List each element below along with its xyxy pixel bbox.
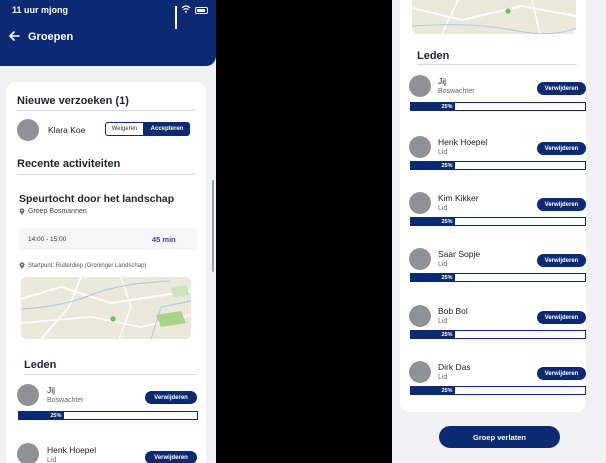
progress-label: 25% — [441, 103, 453, 110]
member-name: Henk Hoepel — [438, 137, 488, 147]
member-name: Dirk Das — [438, 362, 471, 372]
avatar — [409, 248, 431, 270]
member-role: Boswachter — [47, 397, 84, 404]
remove-member-button[interactable]: Verwijderen — [537, 142, 586, 155]
divider — [417, 64, 577, 65]
activity-group: Groep Bosmannen — [19, 208, 87, 215]
battery-icon — [195, 6, 208, 14]
progress-label: 25% — [441, 162, 453, 169]
members-title: Leden — [24, 359, 57, 371]
member-progress-bar: 25% — [410, 273, 586, 282]
activity-duration: 45 min — [152, 235, 176, 244]
member-role: Boswachter — [438, 88, 475, 95]
member-role: Lid — [47, 457, 57, 463]
member-name: Henk Hoepel — [47, 445, 97, 455]
avatar — [17, 119, 39, 141]
phone-screen-right: Leden Jij Boswachter Verwijderen 25% Hen… — [392, 0, 606, 463]
progress-label: 25% — [441, 331, 453, 338]
member-name: Saar Sopje — [438, 249, 481, 259]
member-progress-bar: 25% — [18, 411, 198, 420]
location-pin-icon — [19, 262, 25, 269]
group-card: Nieuwe verzoeken (1) Klara Koe Weigeren … — [6, 82, 206, 463]
avatar — [409, 305, 431, 327]
member-role: Lid — [438, 374, 448, 381]
request-name: Klara Koe — [48, 125, 86, 135]
start-point-text: Startpunt: Ruiterdiep (Groninger Landsch… — [28, 262, 147, 269]
status-time: 11 uur mjong — [12, 5, 69, 15]
members-title: Leden — [417, 50, 450, 62]
avatar — [409, 361, 431, 383]
member-progress-bar: 25% — [410, 330, 586, 339]
avatar — [409, 192, 431, 214]
signal-icon — [175, 6, 177, 29]
member-role: Lid — [438, 318, 448, 325]
avatar — [17, 384, 39, 406]
decline-button[interactable]: Weigeren — [105, 122, 144, 136]
divider — [17, 174, 195, 175]
avatar — [409, 75, 431, 97]
remove-member-button[interactable]: Verwijderen — [537, 367, 586, 380]
list-item: Henk Hoepel Lid Verwijderen 25% — [400, 129, 586, 173]
avatar — [409, 136, 431, 158]
remove-member-button[interactable]: Verwijderen — [145, 451, 197, 463]
accept-button[interactable]: Accepteren — [144, 122, 190, 136]
remove-member-button[interactable]: Verwijderen — [537, 254, 586, 267]
divider — [24, 374, 196, 375]
member-role: Lid — [438, 149, 448, 156]
header: 11 uur mjong Groepen — [0, 0, 216, 66]
member-name: Kim Kikker — [438, 193, 479, 203]
member-progress-bar: 25% — [410, 386, 586, 395]
activity-title[interactable]: Speurtocht door het landschap — [19, 193, 174, 205]
member-name: Jij — [47, 385, 56, 395]
recent-title: Recente activiteiten — [17, 158, 121, 170]
back-arrow-icon[interactable] — [8, 30, 20, 44]
remove-member-button[interactable]: Verwijderen — [537, 198, 586, 211]
list-item: Saar Sopje Lid Verwijderen 25% — [400, 241, 586, 285]
member-progress-bar: 25% — [410, 161, 586, 170]
page-title: Groepen — [28, 31, 74, 43]
phone-screen-left: 11 uur mjong Groepen Nieuwe verzoeken (1… — [0, 0, 216, 463]
member-name: Bob Bol — [438, 306, 468, 316]
remove-member-button[interactable]: Verwijderen — [145, 391, 197, 404]
progress-label: 25% — [441, 218, 453, 225]
member-progress-bar: 25% — [410, 102, 586, 111]
progress-label: 25% — [441, 387, 453, 394]
member-progress-bar: 25% — [410, 217, 586, 226]
activity-start-point: Startpunt: Ruiterdiep (Groninger Landsch… — [19, 262, 146, 269]
member-name: Jij — [438, 76, 447, 86]
wifi-icon — [181, 5, 191, 15]
remove-member-button[interactable]: Verwijderen — [537, 311, 586, 324]
member-role: Lid — [438, 261, 448, 268]
status-bar: 11 uur mjong — [12, 4, 208, 29]
activity-time-row: 14:00 - 15:00 45 min — [19, 228, 197, 250]
progress-label: 25% — [50, 412, 62, 419]
avatar — [17, 443, 39, 463]
list-item: Bob Bol Lid Verwijderen 25% — [400, 298, 586, 342]
remove-member-button[interactable]: Verwijderen — [537, 82, 586, 95]
divider — [17, 110, 195, 111]
list-item: Kim Kikker Lid Verwijderen 25% — [400, 185, 586, 229]
activity-map[interactable] — [21, 277, 191, 339]
status-icons — [175, 5, 208, 29]
activity-map[interactable] — [412, 0, 576, 34]
progress-label: 25% — [441, 274, 453, 281]
member-role: Lid — [438, 205, 448, 212]
group-card: Leden Jij Boswachter Verwijderen 25% Hen… — [400, 0, 586, 412]
leave-group-button[interactable]: Groep verlaten — [439, 426, 560, 448]
list-item: Jij Boswachter Verwijderen 25% — [400, 73, 586, 117]
activity-time-range: 14:00 - 15:00 — [28, 236, 67, 243]
requests-title: Nieuwe verzoeken (1) — [17, 95, 129, 107]
location-pin-icon — [19, 208, 25, 215]
list-item: Dirk Das Lid Verwijderen 25% — [400, 354, 586, 398]
scrollbar[interactable] — [212, 180, 214, 272]
activity-group-name: Groep Bosmannen — [28, 208, 87, 215]
